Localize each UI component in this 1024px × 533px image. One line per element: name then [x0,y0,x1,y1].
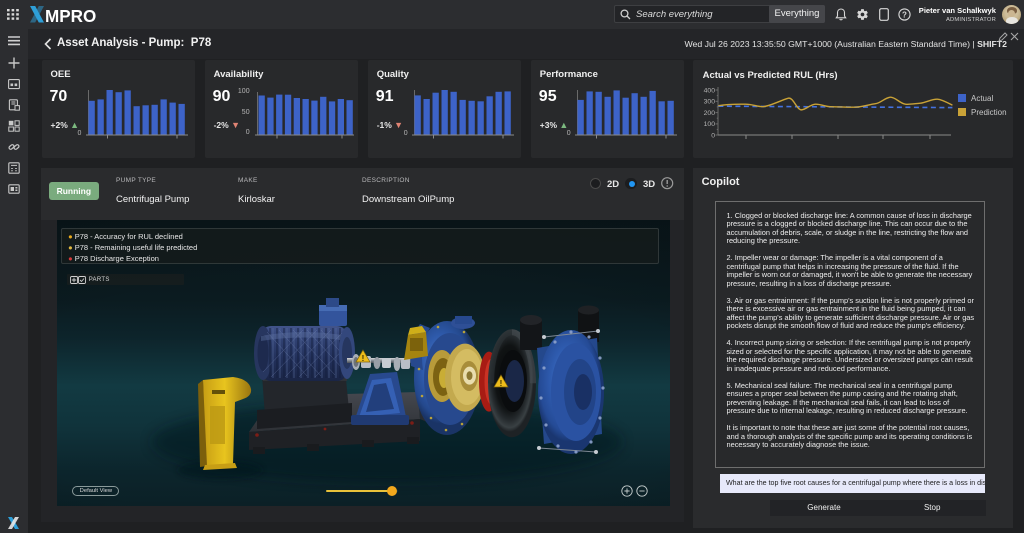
svg-text:0: 0 [711,132,715,139]
svg-text:400: 400 [703,87,715,94]
svg-text:100: 100 [703,121,715,128]
svg-text:!: ! [362,354,365,363]
svg-text:?: ? [902,10,907,19]
svg-text:Prediction: Prediction [971,108,1007,117]
svg-text:200: 200 [703,109,715,116]
svg-text:Actual: Actual [971,94,993,103]
svg-text:MPRO: MPRO [45,6,96,24]
svg-text:300: 300 [703,98,715,105]
svg-text:!: ! [500,379,503,388]
